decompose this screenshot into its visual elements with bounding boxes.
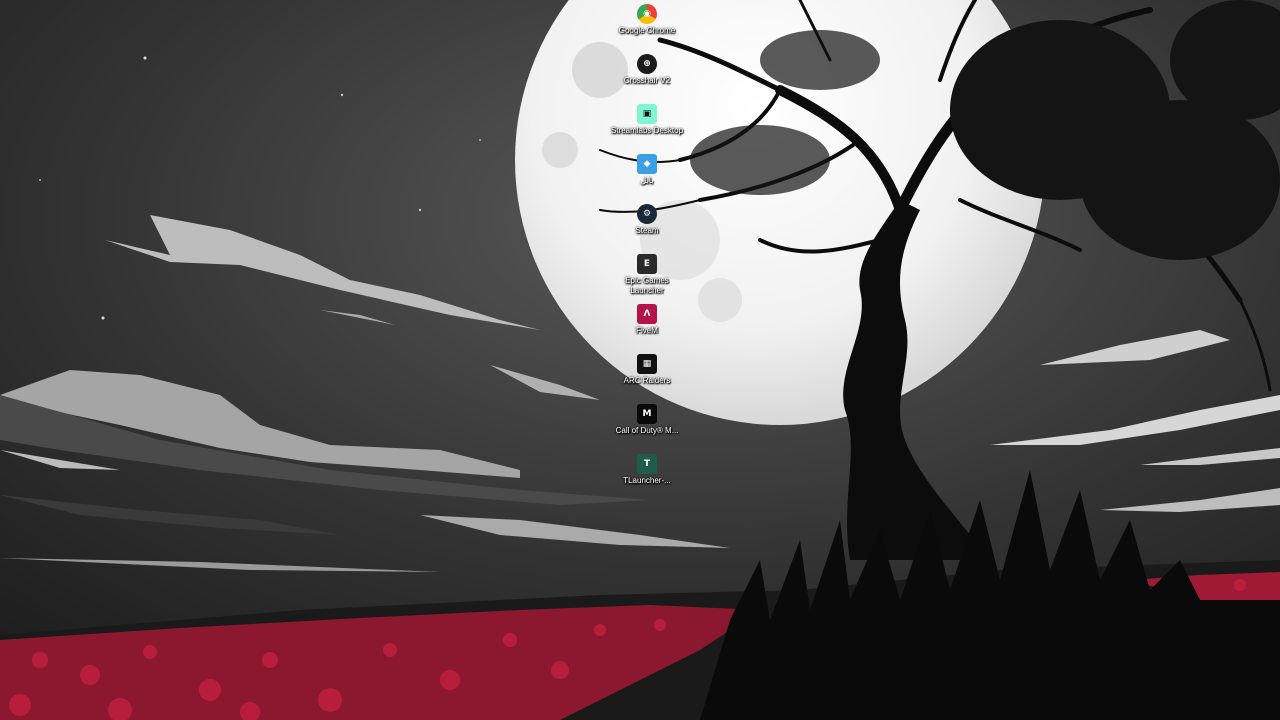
chrome-icon: ◉ — [637, 4, 657, 24]
arc-raiders-icon: ▦ — [637, 354, 657, 374]
desktop-icon-label: Streamlabs Desktop — [610, 126, 684, 135]
desktop-icon-arc-raiders[interactable]: ▦ ARC Raiders — [610, 354, 684, 386]
call-of-duty-icon: M — [637, 404, 657, 424]
desktop-icon-chrome[interactable]: ◉ Google Chrome — [610, 4, 684, 36]
desktop-icon-fivem[interactable]: Λ FiveM — [610, 304, 684, 336]
steam-icon: ⚙ — [637, 204, 657, 224]
desktop-icon-tlauncher[interactable]: T TLauncher-... — [610, 454, 684, 486]
desktop-icon-label: Call of Duty® M... — [615, 426, 679, 435]
streamlabs-icon: ▣ — [637, 104, 657, 124]
desktop-icon-epic-games[interactable]: E Epic Games Launcher — [610, 254, 684, 296]
tlauncher-icon: T — [637, 454, 657, 474]
epic-games-icon: E — [637, 254, 657, 274]
desktop-icon-steam[interactable]: ⚙ Steam — [610, 204, 684, 236]
desktop-icon-call-of-duty[interactable]: M Call of Duty® M... — [610, 404, 684, 436]
desktop-icon-label: Epic Games Launcher — [625, 276, 669, 295]
desktop-icon-label: Crosshair V2 — [623, 76, 671, 85]
crosshair-icon: ⊕ — [637, 54, 657, 74]
fivem-icon: Λ — [637, 304, 657, 324]
desktop-icon-label: Google Chrome — [618, 26, 676, 35]
desktop-icon-label: TLauncher-... — [623, 476, 671, 485]
desktop-icon-label: ARC Raiders — [623, 376, 671, 385]
desktop-icon-streamlabs[interactable]: ▣ Streamlabs Desktop — [610, 104, 684, 136]
app-icon: ◆ — [637, 154, 657, 174]
desktop-icon-crosshair[interactable]: ⊕ Crosshair V2 — [610, 54, 684, 86]
desktop-icon-label: بابل — [640, 176, 654, 185]
desktop-icon-label: FiveM — [636, 326, 658, 335]
desktop-icon-label: Steam — [635, 226, 659, 235]
desktop-icon-app[interactable]: ◆ بابل — [610, 154, 684, 186]
